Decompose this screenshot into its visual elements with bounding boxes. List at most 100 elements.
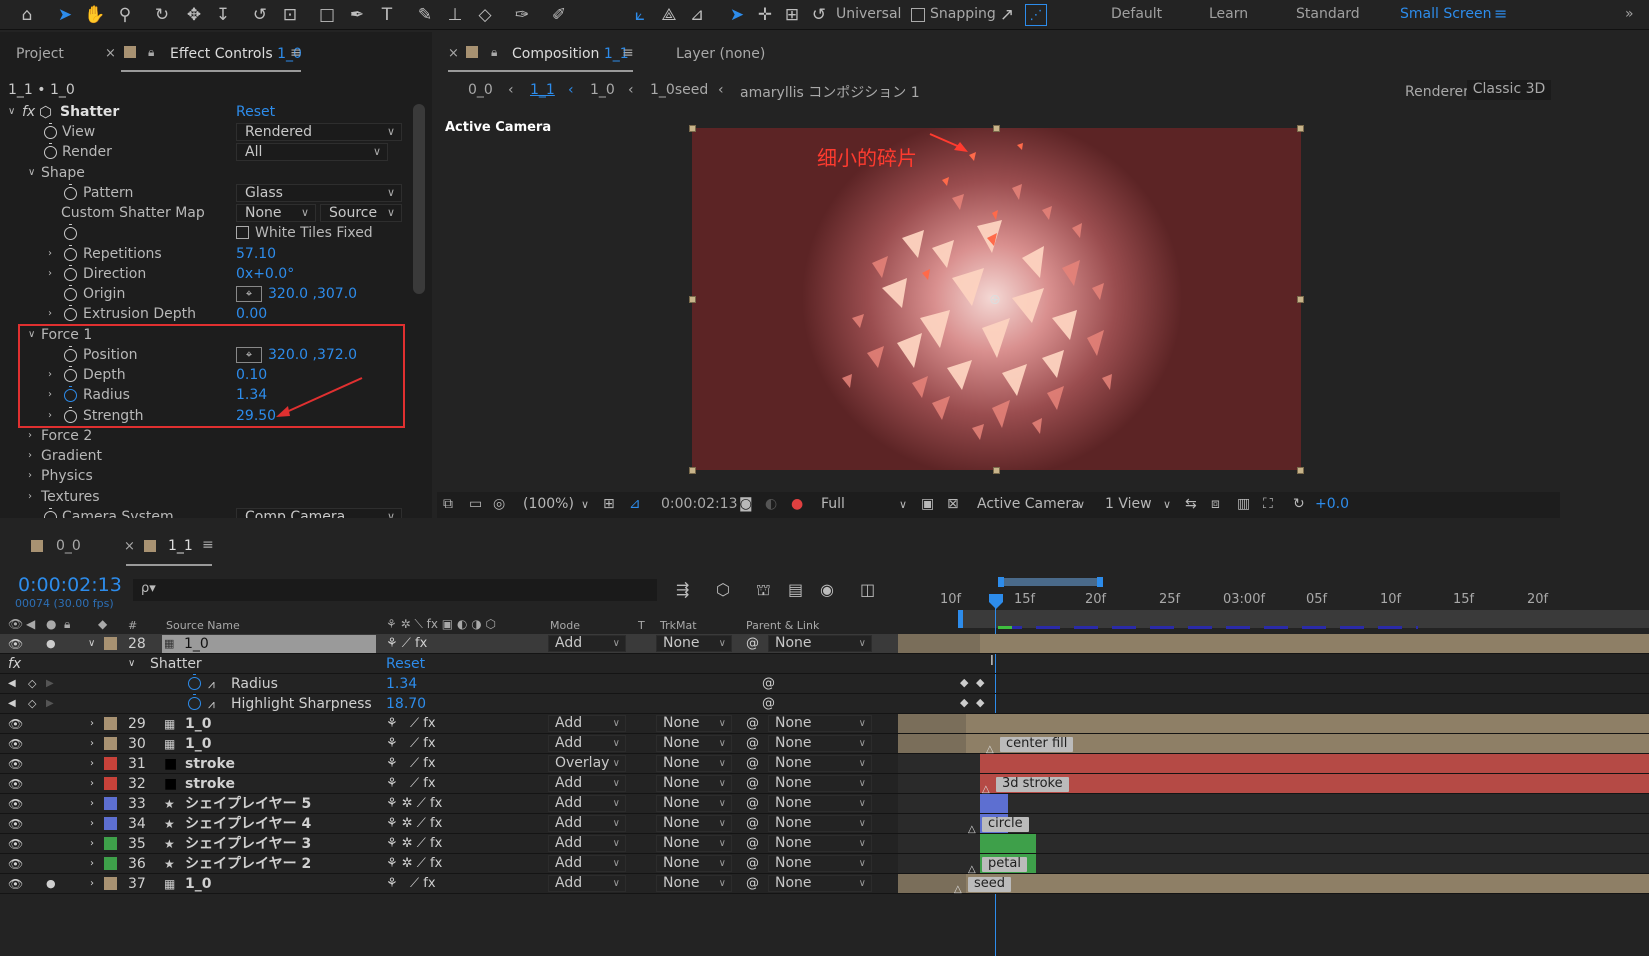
reset-link[interactable]: Reset <box>236 102 275 122</box>
reset-link[interactable]: Reset <box>386 654 425 674</box>
effect-row-shatter[interactable]: fx ∨ Shatter Reset <box>0 654 898 674</box>
trkmat-dropdown[interactable]: None ∨ <box>656 855 732 872</box>
switches[interactable]: ⚘ ⟋ fx <box>386 634 427 654</box>
chevron-right-icon[interactable]: › <box>90 734 94 754</box>
chevron-right-icon[interactable]: › <box>90 854 94 874</box>
layer-name[interactable]: 1_0 <box>185 714 211 734</box>
pickwhip-icon[interactable]: @ <box>746 814 759 834</box>
parent-dropdown[interactable]: None ∨ <box>768 635 872 652</box>
switches[interactable]: ⚘ ✲ ⟋ fx <box>386 834 442 854</box>
chevron-down-icon[interactable]: ∨ <box>1077 498 1085 511</box>
chevron-down-icon[interactable]: ∨ <box>128 654 135 674</box>
layer-name[interactable]: stroke <box>185 774 235 794</box>
marker-icon[interactable]: △ <box>954 884 962 895</box>
transform-handle[interactable] <box>689 467 696 474</box>
layer-marker-label[interactable]: center fill <box>1000 737 1074 752</box>
trkmat-dropdown[interactable]: None ∨ <box>656 835 732 852</box>
switches[interactable]: ⚘ ⟋ fx <box>386 714 436 734</box>
scrollbar-thumb[interactable] <box>413 104 425 294</box>
pickwhip-icon[interactable]: @ <box>746 634 759 654</box>
flow-item[interactable]: 1_0seed <box>650 82 708 98</box>
switches[interactable]: ⚘ ✲ ⟋ fx <box>386 854 442 874</box>
toggle-pixel-icon[interactable]: ⇆ <box>1185 496 1197 512</box>
lock-icon[interactable]: 🔒︎ <box>64 617 70 632</box>
chevron-right-icon[interactable]: › <box>28 426 32 446</box>
select-3d-icon[interactable]: ➤ <box>726 4 748 26</box>
expression-pickwhip-icon[interactable]: @ <box>762 694 775 714</box>
pickwhip-icon[interactable]: @ <box>746 874 759 894</box>
camera-dropdown[interactable]: Active Camera <box>977 496 1080 512</box>
property-row-highlight[interactable]: ◀ ◇ ▶ ⩘ Highlight Sharpness 18.70 @ <box>0 694 898 714</box>
effect-header[interactable]: ∨ fx ⬡ Shatter Reset <box>0 102 410 122</box>
time-ruler[interactable]: 10f 15f 20f 25f 03:00f 05f 10f 15f 20f <box>898 572 1649 630</box>
chevron-down-icon[interactable]: ∨ <box>1163 498 1171 511</box>
group-force2[interactable]: › Force 2 <box>0 426 410 446</box>
timeline-search-input[interactable]: ρ▾ <box>133 579 657 601</box>
renderer-dropdown[interactable]: Classic 3D <box>1467 80 1551 100</box>
always-preview-icon[interactable]: ⧉ <box>443 496 453 512</box>
keyframe[interactable]: ◆ <box>976 696 984 709</box>
keyframe[interactable]: ◆ <box>960 696 968 709</box>
parent-dropdown[interactable]: None ∨ <box>768 755 872 772</box>
chevron-right-icon[interactable]: › <box>90 874 94 894</box>
chevron-right-icon[interactable]: › <box>90 814 94 834</box>
layer-row-28[interactable]: 👁︎ ● ∨ 28 1_0 ▦ ⚘ ⟋ fx Add ∨ None ∨ @ None… <box>0 634 898 654</box>
origin-value[interactable]: 320.0 ,307.0 <box>268 284 357 304</box>
layer-name[interactable]: シェイプレイヤー 5 <box>185 794 311 814</box>
scrollbar-track[interactable] <box>411 104 427 518</box>
pan-camera-icon[interactable]: ✥ <box>183 4 205 26</box>
switches[interactable]: ⚘ ⟋ fx <box>386 874 436 894</box>
solo-icon[interactable]: ● <box>46 634 56 654</box>
snapping-label[interactable]: Snapping <box>930 6 996 22</box>
transform-handle[interactable] <box>1297 125 1304 132</box>
graph-icon[interactable]: ⩘ <box>208 674 215 694</box>
chevron-down-icon[interactable]: ∨ <box>899 498 907 511</box>
solo-icon[interactable]: ● <box>46 617 56 631</box>
eye-icon[interactable]: 👁︎ <box>8 617 23 631</box>
stopwatch-icon[interactable] <box>64 224 77 240</box>
eye-icon[interactable]: 👁︎ <box>8 874 23 894</box>
trkmat-dropdown[interactable]: None ∨ <box>656 735 732 752</box>
hand-tool-icon[interactable]: ✋ <box>84 4 106 26</box>
shy-layers-icon[interactable]: ⛫ <box>756 580 771 601</box>
layer-name[interactable]: シェイプレイヤー 3 <box>185 834 311 854</box>
extrusion-value[interactable]: 0.00 <box>236 304 267 324</box>
motion-blur-icon[interactable]: ◉ <box>820 580 834 599</box>
stopwatch-active-icon[interactable] <box>188 674 201 690</box>
camera-system-dropdown[interactable]: Comp Camera ∨ <box>236 508 402 518</box>
layer-row-29[interactable]: 👁︎ › 29 ▦ 1_0 ⚘ ⟋ fx Add ∨ None ∨ @ None ∨ <box>0 714 898 734</box>
stopwatch-icon[interactable] <box>44 508 57 518</box>
mode-dropdown[interactable]: Add ∨ <box>548 715 626 732</box>
eye-icon[interactable]: 👁︎ <box>8 814 23 834</box>
label-swatch[interactable] <box>104 877 117 890</box>
label-swatch[interactable] <box>104 837 117 850</box>
stopwatch-icon[interactable] <box>64 245 77 261</box>
layer-marker-label[interactable]: petal <box>982 857 1027 872</box>
graph-icon[interactable]: ⩘ <box>208 694 215 714</box>
dolly-camera-icon[interactable]: ↧ <box>212 4 234 26</box>
grid-icon[interactable]: ⊞ <box>603 496 615 512</box>
label-swatch[interactable] <box>104 857 117 870</box>
stopwatch-icon[interactable] <box>64 184 77 200</box>
trkmat-dropdown[interactable]: None ∨ <box>656 635 732 652</box>
view-dropdown[interactable]: Rendered ∨ <box>236 123 402 141</box>
property-row-radius[interactable]: ◀ ◇ ▶ ⩘ Radius 1.34 @ <box>0 674 898 694</box>
stopwatch-icon[interactable] <box>64 305 77 321</box>
render-dropdown[interactable]: All ∨ <box>236 143 388 161</box>
eye-icon[interactable]: 👁︎ <box>8 714 23 734</box>
flow-item[interactable]: 1_0 <box>590 82 615 98</box>
frame-blending-icon[interactable]: ▤ <box>788 580 803 599</box>
trkmat-dropdown[interactable]: None ∨ <box>656 715 732 732</box>
keyframe-icon[interactable]: ◇ <box>28 694 36 714</box>
layer-marker-label[interactable]: 3d stroke <box>996 777 1069 792</box>
repetitions-value[interactable]: 57.10 <box>236 244 276 264</box>
shatter-map-dropdown[interactable]: None ∨ <box>236 204 316 222</box>
keyframe[interactable]: ◆ <box>960 676 968 689</box>
tab-layer[interactable]: Layer (none) <box>676 46 765 62</box>
transparency-grid-icon[interactable]: ⊠ <box>947 496 959 512</box>
layer-row-34[interactable]: 👁︎ › 34 ★ シェイプレイヤー 4 ⚘ ✲ ⟋ fx Add ∨ None ∨ @ None ∨ <box>0 814 898 834</box>
layer-bar-34[interactable]: △ circle <box>898 814 1649 835</box>
label-swatch[interactable] <box>104 797 117 810</box>
eye-icon[interactable]: 👁︎ <box>8 634 23 654</box>
parent-dropdown[interactable]: None ∨ <box>768 815 872 832</box>
